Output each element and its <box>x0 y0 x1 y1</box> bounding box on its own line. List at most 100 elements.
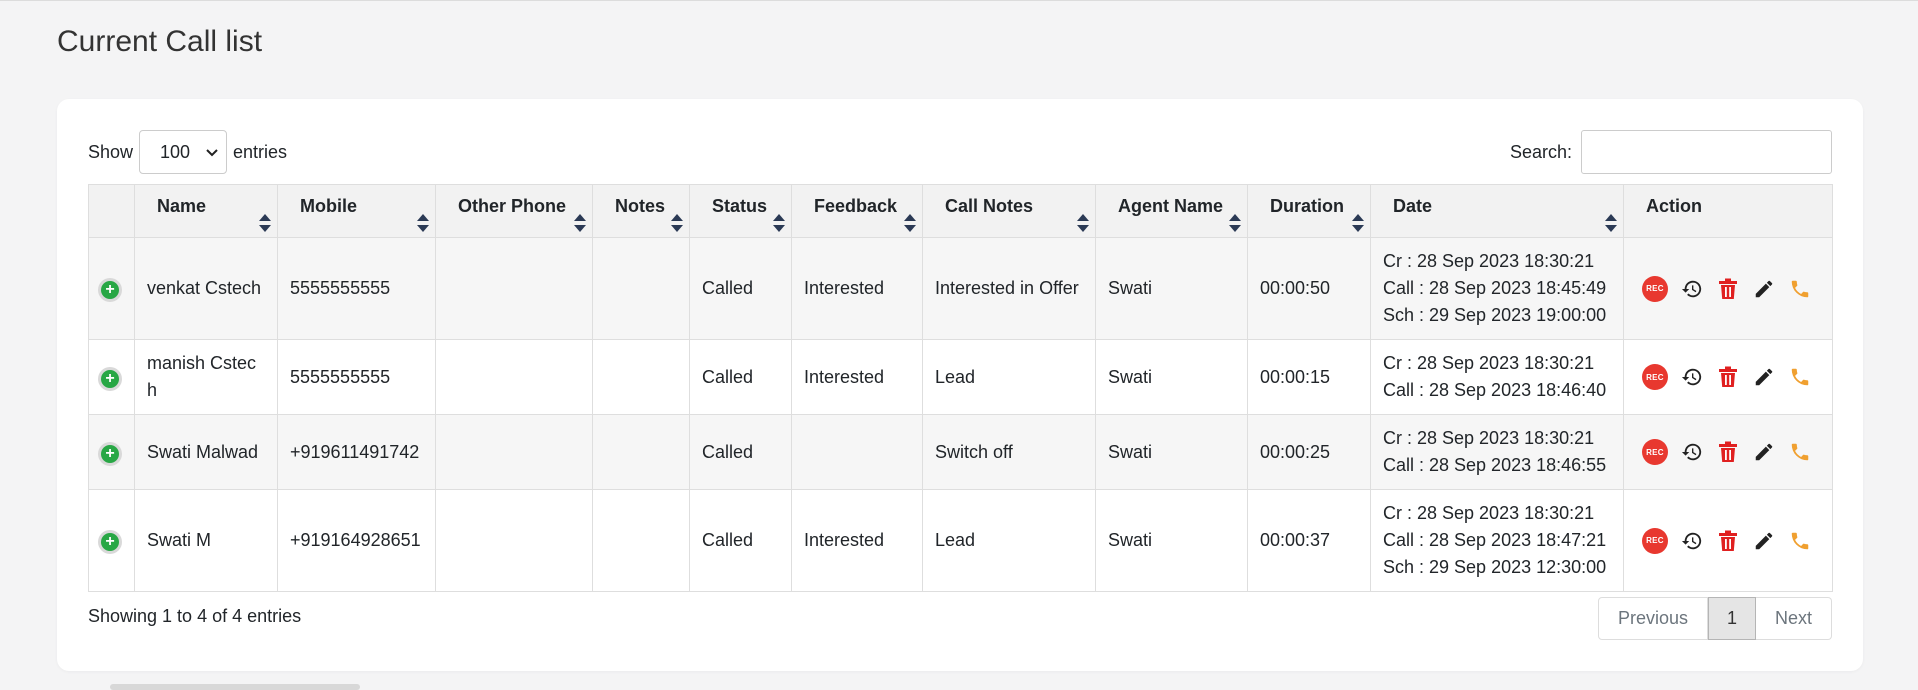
cell-call-notes: Lead <box>922 339 1096 415</box>
history-icon[interactable] <box>1680 365 1704 389</box>
sort-icon <box>1352 214 1364 232</box>
expand-cell[interactable]: + <box>88 339 135 415</box>
sort-icon <box>417 214 429 232</box>
table-header-row: Name Mobile Other Phone Notes Status Fee… <box>88 184 1833 238</box>
header-notes[interactable]: Notes <box>592 184 690 238</box>
header-call-notes[interactable]: Call Notes <box>922 184 1096 238</box>
next-button[interactable]: Next <box>1756 597 1832 640</box>
call-list-table: Name Mobile Other Phone Notes Status Fee… <box>88 184 1833 592</box>
pencil-icon[interactable] <box>1752 440 1776 464</box>
pencil-icon[interactable] <box>1752 277 1776 301</box>
date-call: Call : 28 Sep 2023 18:46:55 <box>1383 455 1607 475</box>
phone-icon[interactable] <box>1788 365 1812 389</box>
expand-plus-icon[interactable]: + <box>101 281 119 299</box>
trash-icon[interactable] <box>1716 365 1740 389</box>
cell-notes <box>592 414 690 490</box>
sort-icon <box>1077 214 1089 232</box>
cell-duration: 00:00:50 <box>1247 237 1371 340</box>
date-call: Call : 28 Sep 2023 18:47:21 <box>1383 530 1607 550</box>
expand-plus-icon[interactable]: + <box>101 369 119 388</box>
cell-notes <box>592 237 690 340</box>
cell-date: Cr : 28 Sep 2023 18:30:21 Call : 28 Sep … <box>1370 237 1624 340</box>
date-created: Cr : 28 Sep 2023 18:30:21 <box>1383 251 1595 271</box>
cell-duration: 00:00:25 <box>1247 414 1371 490</box>
trash-icon[interactable] <box>1716 440 1740 464</box>
cell-call-notes: Switch off <box>922 414 1096 490</box>
entries-select[interactable]: 100 <box>139 130 228 174</box>
cell-mobile: +919611491742 <box>277 414 436 490</box>
cell-feedback: Interested <box>791 339 923 415</box>
pencil-icon[interactable] <box>1752 365 1776 389</box>
cell-other-phone <box>435 339 593 415</box>
history-icon[interactable] <box>1680 440 1704 464</box>
cell-call-notes: Interested in Offer <box>922 237 1096 340</box>
rec-icon[interactable]: REC <box>1642 275 1668 302</box>
rec-icon[interactable]: REC <box>1642 364 1668 390</box>
header-agent-name[interactable]: Agent Name <box>1095 184 1248 238</box>
header-action: Action <box>1623 184 1833 238</box>
header-feedback[interactable]: Feedback <box>791 184 923 238</box>
cell-other-phone <box>435 414 593 490</box>
header-date[interactable]: Date <box>1370 184 1624 238</box>
show-label: Show <box>88 141 134 162</box>
entries-select-value: 100 <box>160 141 191 162</box>
entries-length-control: Show 100 entries <box>88 130 287 174</box>
sort-icon <box>671 214 683 232</box>
history-icon[interactable] <box>1680 277 1704 301</box>
cell-notes <box>592 339 690 415</box>
history-icon[interactable] <box>1680 529 1704 553</box>
expand-cell[interactable]: + <box>88 414 135 490</box>
phone-icon[interactable] <box>1788 277 1812 301</box>
sort-icon <box>773 214 785 232</box>
date-created: Cr : 28 Sep 2023 18:30:21 <box>1383 428 1595 448</box>
cell-status: Called <box>689 414 792 490</box>
cell-other-phone <box>435 489 593 592</box>
pencil-icon[interactable] <box>1752 529 1776 553</box>
header-name[interactable]: Name <box>134 184 278 238</box>
cell-call-notes: Lead <box>922 489 1096 592</box>
previous-button[interactable]: Previous <box>1598 597 1708 640</box>
search-control: Search: <box>1510 130 1832 174</box>
header-duration[interactable]: Duration <box>1247 184 1371 238</box>
cell-mobile: 5555555555 <box>277 237 436 340</box>
cell-status: Called <box>689 237 792 340</box>
cell-date: Cr : 28 Sep 2023 18:30:21 Call : 28 Sep … <box>1370 339 1624 415</box>
sort-icon <box>904 214 916 232</box>
date-created: Cr : 28 Sep 2023 18:30:21 <box>1383 503 1595 523</box>
cell-feedback: Interested <box>791 237 923 340</box>
sort-icon <box>1229 214 1241 232</box>
header-other-phone[interactable]: Other Phone <box>435 184 593 238</box>
header-status[interactable]: Status <box>689 184 792 238</box>
phone-icon[interactable] <box>1788 529 1812 553</box>
cell-name: Swati Malwad <box>134 414 278 490</box>
cell-mobile: 5555555555 <box>277 339 436 415</box>
expand-plus-icon[interactable]: + <box>101 533 119 551</box>
rec-icon[interactable]: REC <box>1642 439 1668 465</box>
cell-name: venkat Cstech <box>134 237 278 340</box>
table-row: + venkat Cstech 5555555555 Called Intere… <box>88 237 1833 340</box>
page-title: Current Call list <box>57 25 263 58</box>
expand-cell[interactable]: + <box>88 237 135 340</box>
expand-plus-icon[interactable]: + <box>101 444 119 463</box>
entries-label: entries <box>233 141 288 162</box>
header-mobile[interactable]: Mobile <box>277 184 436 238</box>
table-info: Showing 1 to 4 of 4 entries <box>88 606 302 626</box>
cell-mobile: +919164928651 <box>277 489 436 592</box>
call-list-card: Show 100 entries Search: Name Mobile Oth… <box>57 99 1863 671</box>
trash-icon[interactable] <box>1716 277 1740 301</box>
trash-icon[interactable] <box>1716 529 1740 553</box>
search-input[interactable] <box>1581 130 1832 174</box>
page-1-button[interactable]: 1 <box>1708 597 1756 640</box>
cell-date: Cr : 28 Sep 2023 18:30:21 Call : 28 Sep … <box>1370 414 1624 490</box>
cell-date: Cr : 28 Sep 2023 18:30:21 Call : 28 Sep … <box>1370 489 1624 592</box>
cell-duration: 00:00:37 <box>1247 489 1371 592</box>
expand-cell[interactable]: + <box>88 489 135 592</box>
date-call: Call : 28 Sep 2023 18:45:49 <box>1383 278 1607 298</box>
pagination: Previous 1 Next <box>1598 597 1832 640</box>
cell-feedback <box>791 414 923 490</box>
phone-icon[interactable] <box>1788 440 1812 464</box>
rec-icon[interactable]: REC <box>1642 527 1668 554</box>
cell-actions: REC <box>1623 414 1833 490</box>
sort-icon <box>1605 214 1617 232</box>
date-scheduled: Sch : 29 Sep 2023 19:00:00 <box>1383 305 1607 325</box>
